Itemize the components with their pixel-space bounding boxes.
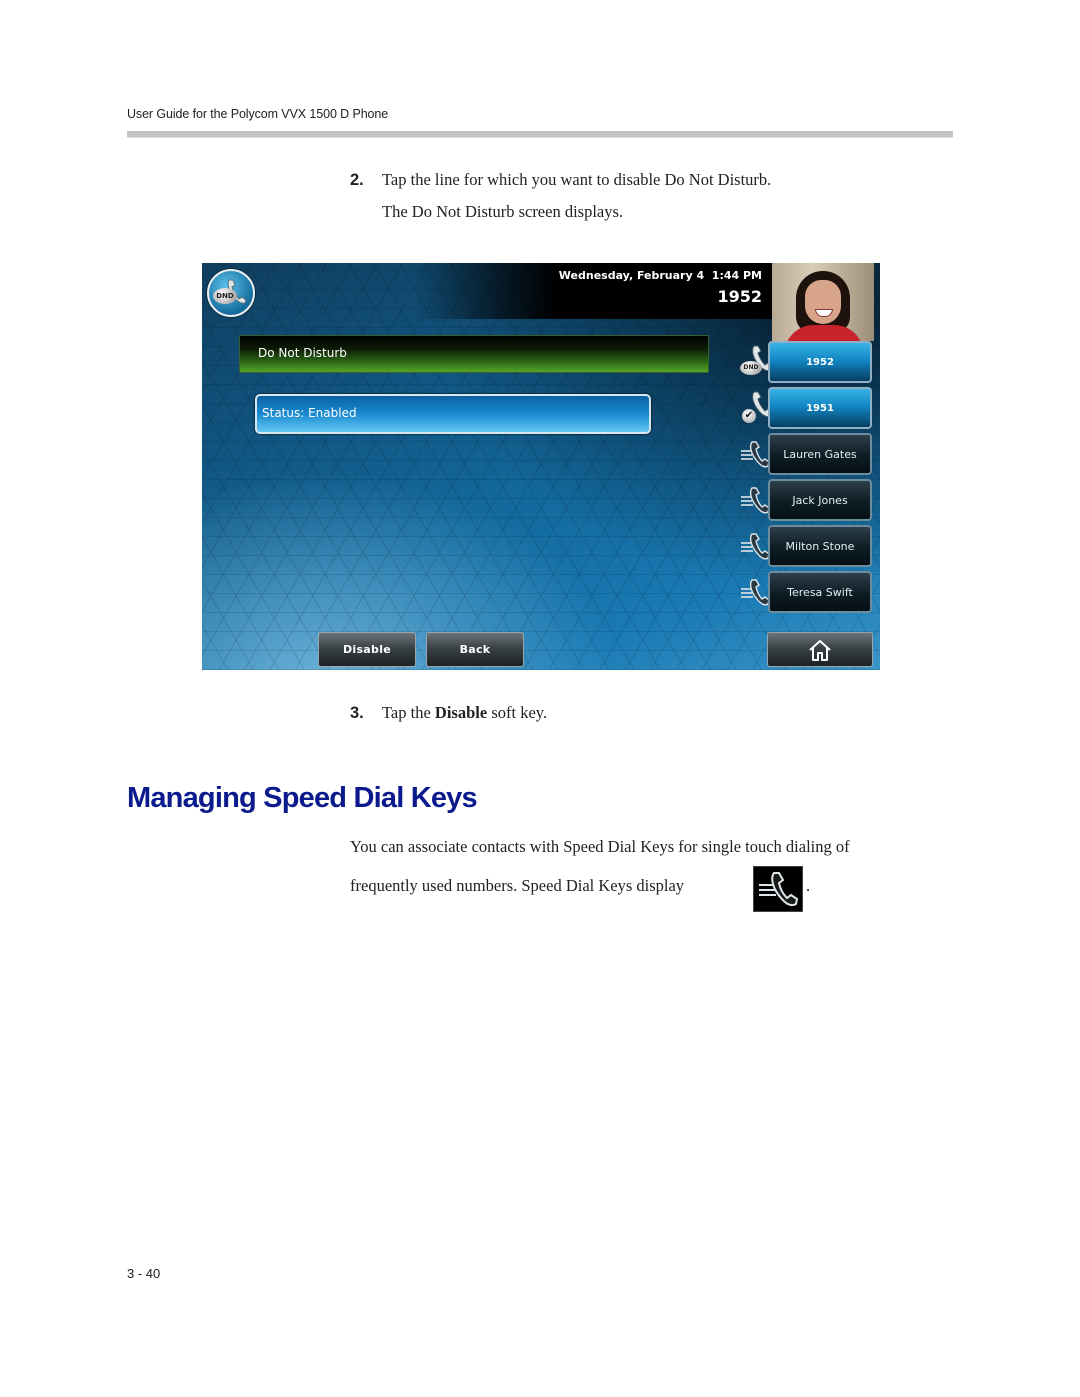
back-softkey[interactable]: Back — [426, 632, 524, 667]
step-3: 3. Tap the Disable soft key. — [350, 703, 547, 723]
step-bold-text: Disable — [434, 703, 488, 722]
speed-dial-label: Teresa Swift — [768, 571, 872, 613]
speed-dial-label: Jack Jones — [768, 479, 872, 521]
running-header: User Guide for the Polycom VVX 1500 D Ph… — [127, 107, 389, 121]
section-title: Managing Speed Dial Keys — [127, 782, 478, 814]
paragraph-end: . — [806, 876, 811, 895]
screen-title: Do Not Disturb — [258, 346, 347, 360]
speed-dial-key-lauren-gates[interactable]: Lauren Gates — [740, 433, 874, 475]
disable-softkey[interactable]: Disable — [318, 632, 416, 667]
step-text: soft key. — [487, 703, 548, 722]
speed-dial-label: Lauren Gates — [768, 433, 872, 475]
paragraph-line-1: You can associate contacts with Speed Di… — [350, 837, 850, 856]
phone-screen: Wednesday, February 4 1:44 PM 1952 DND D… — [202, 263, 880, 670]
step-number: 3. — [350, 704, 364, 722]
line-key-1951[interactable]: ✔ 1951 — [740, 387, 874, 429]
line-key-label: 1952 — [768, 341, 872, 383]
screen-title-bar: Do Not Disturb — [239, 335, 709, 373]
home-button[interactable] — [767, 632, 873, 667]
status-enabled-item[interactable]: Status: Enabled — [255, 394, 651, 434]
speed-dial-icon — [753, 866, 803, 912]
step-number: 2. — [350, 171, 364, 189]
line-number: 1952 — [717, 287, 762, 306]
header-rule — [127, 131, 953, 138]
speed-dial-key-teresa-swift[interactable]: Teresa Swift — [740, 571, 874, 613]
step-text: Tap the — [382, 703, 435, 722]
dnd-label: DND — [213, 288, 237, 304]
speed-dial-label: Milton Stone — [768, 525, 872, 567]
status-label: Status: Enabled — [262, 406, 357, 420]
step-2: 2. Tap the line for which you want to dis… — [350, 170, 771, 190]
line-key-1952[interactable]: DND 1952 — [740, 341, 874, 383]
step-2-continuation: The Do Not Disturb screen displays. — [382, 202, 624, 221]
speed-dial-key-milton-stone[interactable]: Milton Stone — [740, 525, 874, 567]
step-text: Tap the line for which you want to disab… — [382, 170, 772, 189]
datetime: Wednesday, February 4 1:44 PM — [558, 269, 762, 282]
home-icon — [809, 639, 831, 661]
paragraph-line-2: frequently used numbers. Speed Dial Keys… — [350, 876, 685, 895]
check-icon: ✔ — [742, 409, 756, 423]
dnd-icon: DND — [207, 269, 255, 317]
speed-dial-key-jack-jones[interactable]: Jack Jones — [740, 479, 874, 521]
page-number: 3 - 40 — [127, 1266, 161, 1281]
line-key-label: 1951 — [768, 387, 872, 429]
contact-photo — [772, 263, 874, 341]
